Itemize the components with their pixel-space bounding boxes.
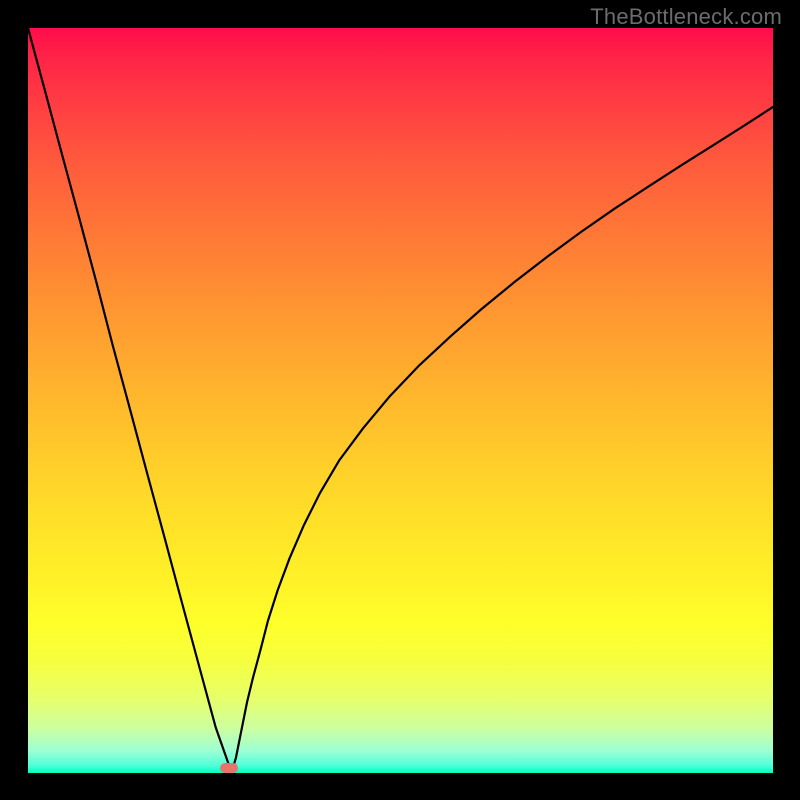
chart-curve-svg	[28, 28, 773, 773]
chart-curve-path	[28, 28, 773, 768]
chart-min-marker	[220, 763, 238, 773]
watermark-text: TheBottleneck.com	[590, 4, 782, 30]
chart-plot-area	[28, 28, 773, 773]
